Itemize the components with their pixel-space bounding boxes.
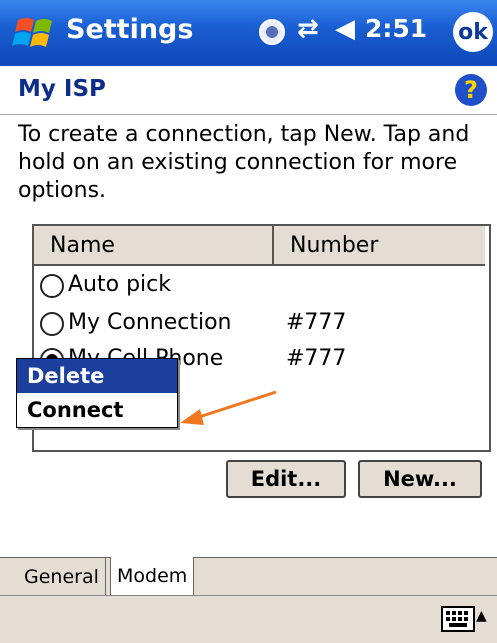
windows-start-icon[interactable] (12, 12, 58, 54)
tab-bar: General Modem (0, 557, 497, 596)
tab-general[interactable]: General (18, 558, 106, 596)
status-icon[interactable] (258, 18, 286, 46)
page-title: My ISP (18, 76, 106, 102)
context-menu: Delete Connect (16, 358, 178, 428)
radio-button[interactable] (40, 312, 64, 336)
connectivity-icon[interactable]: ⇄ (297, 14, 319, 44)
new-button[interactable]: New... (358, 460, 482, 498)
app-title[interactable]: Settings (66, 14, 193, 45)
help-icon[interactable]: ? (455, 74, 487, 106)
edit-button[interactable]: Edit... (226, 460, 346, 498)
input-menu-arrow-icon[interactable]: ▲ (476, 608, 487, 624)
connection-name: Auto pick (68, 272, 171, 297)
title-bar: Settings ⇄ ◀ 2:51 ok (0, 0, 497, 66)
menu-item-connect[interactable]: Connect (17, 393, 177, 427)
tab-modem[interactable]: Modem (110, 557, 195, 596)
volume-icon[interactable]: ◀ (335, 14, 355, 44)
column-header-name[interactable]: Name (34, 226, 274, 266)
command-bar: ▲ (0, 595, 497, 643)
instructions-text: To create a connection, tap New. Tap and… (18, 122, 470, 203)
connection-number: #777 (286, 346, 347, 371)
list-item[interactable]: Auto pick (34, 270, 489, 306)
column-header-number[interactable]: Number (274, 226, 485, 266)
ok-button[interactable]: ok (453, 12, 493, 52)
page-header: My ISP ? (0, 66, 497, 115)
list-item[interactable]: My Connection #777 (34, 308, 489, 344)
menu-item-delete[interactable]: Delete (17, 359, 177, 393)
connection-name: My Connection (68, 310, 232, 335)
clock[interactable]: 2:51 (365, 14, 427, 43)
connection-number: #777 (286, 310, 347, 335)
keyboard-icon[interactable] (441, 606, 475, 632)
radio-button[interactable] (40, 274, 64, 298)
